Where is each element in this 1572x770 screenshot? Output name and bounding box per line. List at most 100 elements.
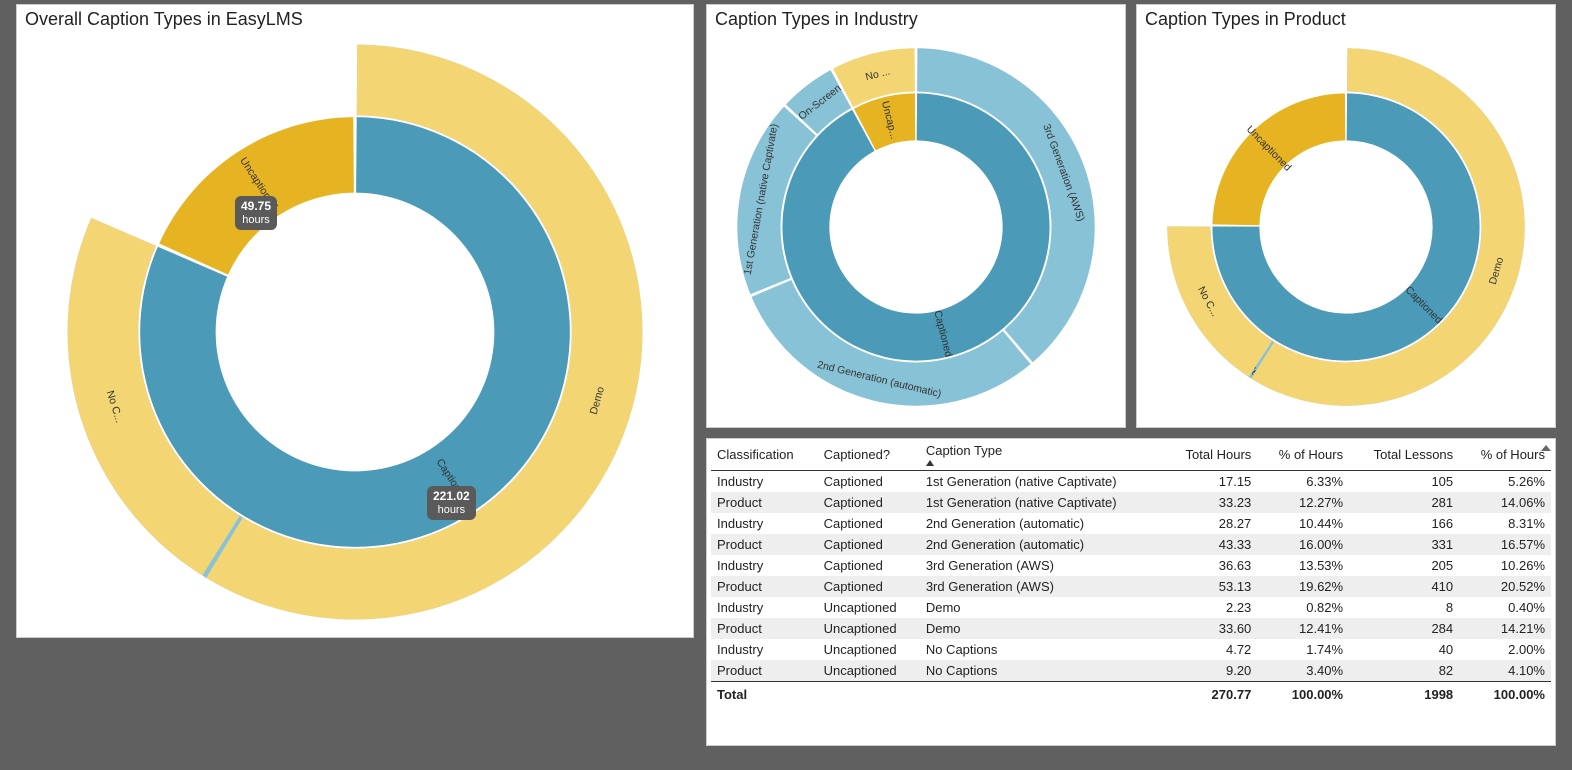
- cell: 33.60: [1164, 618, 1258, 639]
- cell: 1st Generation (native Captivate): [920, 471, 1164, 493]
- inner-segment[interactable]: [782, 93, 1049, 360]
- cell: Captioned: [818, 576, 920, 597]
- cell: 205: [1349, 555, 1459, 576]
- scroll-up-icon[interactable]: [1541, 443, 1551, 453]
- cell: 28.27: [1164, 513, 1258, 534]
- industry-title: Caption Types in Industry: [707, 5, 1125, 30]
- data-table-panel: ClassificationCaptioned?Caption TypeTota…: [706, 438, 1556, 746]
- table-row[interactable]: IndustryCaptioned2nd Generation (automat…: [711, 513, 1551, 534]
- product-donut-panel: Caption Types in Product CaptionedUncapt…: [1136, 4, 1556, 428]
- cell: 281: [1349, 492, 1459, 513]
- cell: 13.53%: [1257, 555, 1349, 576]
- cell: Demo: [920, 618, 1164, 639]
- cell: 166: [1349, 513, 1459, 534]
- col-header[interactable]: Total Hours: [1164, 439, 1258, 471]
- table-row[interactable]: ProductCaptioned1st Generation (native C…: [711, 492, 1551, 513]
- cell: 2.00%: [1459, 639, 1551, 660]
- cell: 2nd Generation (automatic): [920, 534, 1164, 555]
- product-donut[interactable]: CaptionedUncaptioned3rd Generation (AWS)…: [1137, 30, 1555, 424]
- overall-donut-panel: Overall Caption Types in EasyLMS Caption…: [16, 4, 694, 638]
- cell: Captioned: [818, 492, 920, 513]
- industry-donut-panel: Caption Types in Industry CaptionedUncap…: [706, 4, 1126, 428]
- cell: Demo: [920, 597, 1164, 618]
- cell: 53.13: [1164, 576, 1258, 597]
- total-cell: 100.00%: [1459, 682, 1551, 708]
- cell: Captioned: [818, 555, 920, 576]
- cell: 331: [1349, 534, 1459, 555]
- table-row[interactable]: ProductUncaptionedNo Captions9.203.40%82…: [711, 660, 1551, 682]
- table-row[interactable]: IndustryUncaptionedDemo2.230.82%80.40%: [711, 597, 1551, 618]
- cell: Product: [711, 618, 818, 639]
- cell: 40: [1349, 639, 1459, 660]
- cell: 3.40%: [1257, 660, 1349, 682]
- inner-segment[interactable]: [1212, 93, 1345, 225]
- cell: 14.21%: [1459, 618, 1551, 639]
- table-row[interactable]: ProductCaptioned3rd Generation (AWS)53.1…: [711, 576, 1551, 597]
- col-header[interactable]: Captioned?: [818, 439, 920, 471]
- cell: 5.26%: [1459, 471, 1551, 493]
- cell: 6.33%: [1257, 471, 1349, 493]
- cell: Uncaptioned: [818, 639, 920, 660]
- col-header[interactable]: % of Hours: [1459, 439, 1551, 471]
- cell: 4.72: [1164, 639, 1258, 660]
- cell: 2.23: [1164, 597, 1258, 618]
- col-header[interactable]: Caption Type: [920, 439, 1164, 471]
- inner-segment[interactable]: [159, 117, 354, 274]
- total-cell: Total: [711, 682, 818, 708]
- table-row[interactable]: IndustryCaptioned1st Generation (native …: [711, 471, 1551, 493]
- cell: Captioned: [818, 534, 920, 555]
- cell: Industry: [711, 513, 818, 534]
- cell: 3rd Generation (AWS): [920, 576, 1164, 597]
- cell: Uncaptioned: [818, 660, 920, 682]
- cell: Product: [711, 534, 818, 555]
- total-cell: [920, 682, 1164, 708]
- cell: 10.44%: [1257, 513, 1349, 534]
- cell: No Captions: [920, 660, 1164, 682]
- cell: 3rd Generation (AWS): [920, 555, 1164, 576]
- cell: 1st Generation (native Captivate): [920, 492, 1164, 513]
- cell: Captioned: [818, 471, 920, 493]
- cell: 1.74%: [1257, 639, 1349, 660]
- cell: 33.23: [1164, 492, 1258, 513]
- cell: 12.41%: [1257, 618, 1349, 639]
- overall-donut[interactable]: CaptionedUncaptioned3rd Generation (AWS)…: [17, 30, 693, 634]
- cell: 19.62%: [1257, 576, 1349, 597]
- cell: 284: [1349, 618, 1459, 639]
- cell: Industry: [711, 471, 818, 493]
- cell: Industry: [711, 555, 818, 576]
- cell: Captioned: [818, 513, 920, 534]
- cell: No Captions: [920, 639, 1164, 660]
- cell: 0.82%: [1257, 597, 1349, 618]
- table-row[interactable]: IndustryUncaptionedNo Captions4.721.74%4…: [711, 639, 1551, 660]
- total-cell: 100.00%: [1257, 682, 1349, 708]
- cell: 8: [1349, 597, 1459, 618]
- cell: Product: [711, 492, 818, 513]
- total-cell: 1998: [1349, 682, 1459, 708]
- cell: 2nd Generation (automatic): [920, 513, 1164, 534]
- cell: 9.20: [1164, 660, 1258, 682]
- cell: Industry: [711, 639, 818, 660]
- total-cell: [818, 682, 920, 708]
- cell: Product: [711, 576, 818, 597]
- col-header[interactable]: Total Lessons: [1349, 439, 1459, 471]
- cell: Industry: [711, 597, 818, 618]
- cell: 16.00%: [1257, 534, 1349, 555]
- industry-donut[interactable]: CaptionedUncap...3rd Generation (AWS)2nd…: [707, 30, 1125, 424]
- table-row[interactable]: ProductUncaptionedDemo33.6012.41%28414.2…: [711, 618, 1551, 639]
- product-title: Caption Types in Product: [1137, 5, 1555, 30]
- caption-data-table[interactable]: ClassificationCaptioned?Caption TypeTota…: [711, 439, 1551, 707]
- total-cell: 270.77: [1164, 682, 1258, 708]
- cell: Uncaptioned: [818, 597, 920, 618]
- table-row[interactable]: IndustryCaptioned3rd Generation (AWS)36.…: [711, 555, 1551, 576]
- table-row[interactable]: ProductCaptioned2nd Generation (automati…: [711, 534, 1551, 555]
- cell: 16.57%: [1459, 534, 1551, 555]
- cell: 8.31%: [1459, 513, 1551, 534]
- cell: 14.06%: [1459, 492, 1551, 513]
- overall-title: Overall Caption Types in EasyLMS: [17, 5, 693, 30]
- cell: Uncaptioned: [818, 618, 920, 639]
- cell: 17.15: [1164, 471, 1258, 493]
- col-header[interactable]: Classification: [711, 439, 818, 471]
- sort-asc-icon: [926, 460, 934, 466]
- col-header[interactable]: % of Hours: [1257, 439, 1349, 471]
- cell: 82: [1349, 660, 1459, 682]
